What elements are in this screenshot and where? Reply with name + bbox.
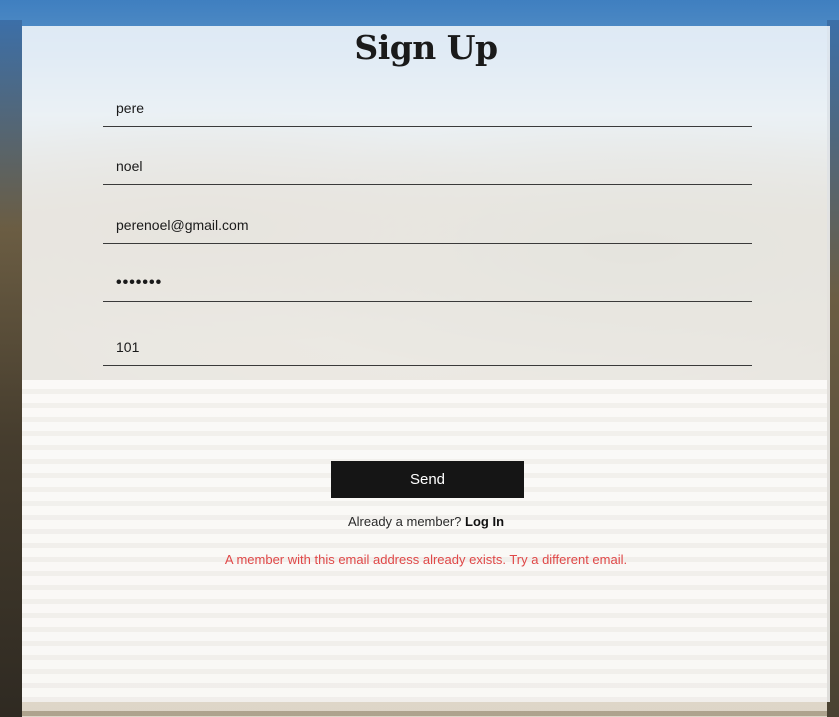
email-field — [103, 209, 752, 244]
password-input[interactable] — [103, 267, 752, 299]
password-field — [103, 267, 752, 302]
member-prompt-text: Already a member? — [347, 514, 466, 529]
first-name-input[interactable] — [103, 92, 752, 124]
login-prompt-row: Already a member? Log In — [22, 514, 830, 529]
last-name-input[interactable] — [103, 150, 752, 182]
page-title: Sign Up — [354, 28, 498, 67]
signup-panel: Sign Up Send Already a member? Log In A … — [22, 26, 830, 702]
send-button[interactable]: Send — [331, 461, 524, 498]
room-number-input[interactable] — [103, 331, 752, 363]
email-input[interactable] — [103, 209, 752, 241]
login-link[interactable]: Log In — [465, 514, 504, 529]
room-number-field — [103, 331, 752, 366]
background-edge-left — [0, 20, 22, 717]
first-name-field — [103, 92, 752, 127]
error-message: A member with this email address already… — [224, 552, 628, 567]
last-name-field — [103, 150, 752, 185]
